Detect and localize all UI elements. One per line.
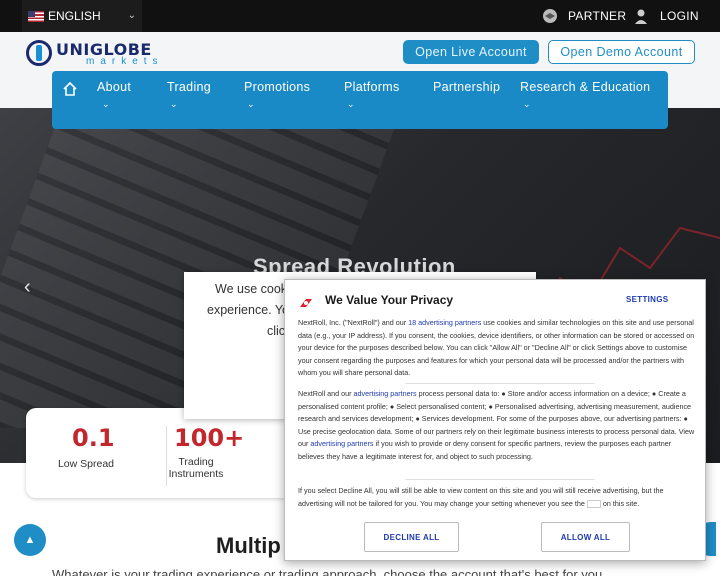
nav-item-label: About <box>97 80 132 94</box>
nav-item-label: Trading <box>167 80 212 94</box>
scroll-top-button[interactable]: ▲ <box>14 524 46 556</box>
slider-prev-arrow[interactable]: ‹ <box>24 276 31 299</box>
chevron-down-icon: ⌄ <box>170 99 178 109</box>
stat-value: 0.1 <box>72 424 115 452</box>
stat-label: Low Spread <box>57 458 115 470</box>
partner-label: PARTNER <box>568 9 627 23</box>
privacy-paragraph-1: NextRoll, Inc. ("NextRoll") and our 18 a… <box>298 317 696 380</box>
cookie-text: experience. Yo <box>207 303 290 317</box>
stat-value: 100+ <box>174 424 245 452</box>
stat-label: Trading Instruments <box>168 456 224 480</box>
chevron-down-icon: ⌄ <box>127 10 136 21</box>
separator <box>405 383 595 384</box>
nav-item-label: Research & Education <box>520 80 651 94</box>
arrow-up-icon: ▲ <box>24 534 36 546</box>
cookie-text: We use cook <box>215 282 288 296</box>
privacy-consent-dialog: We Value Your Privacy SETTINGS NextRoll,… <box>284 279 706 561</box>
language-selector[interactable]: ENGLISH ⌄ <box>22 0 142 32</box>
decline-all-button[interactable]: DECLINE ALL <box>364 522 459 552</box>
home-icon[interactable] <box>62 81 78 97</box>
privacy-dialog-title: We Value Your Privacy <box>325 293 454 307</box>
top-bar: ENGLISH ⌄ PARTNER LOGIN <box>0 0 720 32</box>
language-label: ENGLISH <box>48 9 101 23</box>
privacy-paragraph-2: NextRoll and our advertising partners pr… <box>298 388 696 464</box>
accounts-section-subtitle: Whatever is your trading experience or t… <box>52 567 603 576</box>
logo-mark-icon <box>26 40 52 66</box>
nav-item-research-education[interactable]: Research & Education ⌄ <box>520 80 651 109</box>
chevron-down-icon: ⌄ <box>102 99 110 109</box>
privacy-text: NextRoll and our <box>298 389 354 398</box>
nav-item-promotions[interactable]: Promotions ⌄ <box>244 80 311 109</box>
nextroll-logo-icon <box>300 299 312 307</box>
chevron-down-icon: ⌄ <box>347 99 355 109</box>
privacy-text: NextRoll, Inc. ("NextRoll") and our <box>298 318 409 327</box>
handshake-icon <box>543 9 557 23</box>
uniglobe-logo[interactable]: UNIGLOBE markets <box>26 40 166 68</box>
settings-link[interactable]: SETTINGS <box>626 295 668 304</box>
us-flag-icon <box>28 10 44 22</box>
partner-link[interactable]: PARTNER <box>542 0 626 32</box>
nav-item-about[interactable]: About ⌄ <box>97 80 132 109</box>
allow-all-button[interactable]: ALLOW ALL <box>541 522 630 552</box>
chevron-down-icon: ⌄ <box>523 99 531 109</box>
advertising-partners-link[interactable]: advertising partners <box>354 389 417 398</box>
stats-card: 0.1 Low Spread 100+ Trading Instruments <box>26 408 326 498</box>
user-icon <box>635 9 647 24</box>
login-label: LOGIN <box>660 9 699 23</box>
open-demo-account-button[interactable]: Open Demo Account <box>548 40 695 64</box>
nav-item-partnership[interactable]: Partnership <box>433 80 500 94</box>
nav-item-platforms[interactable]: Platforms ⌄ <box>344 80 400 109</box>
nav-item-label: Partnership <box>433 80 501 94</box>
nav-item-label: Promotions <box>244 80 311 94</box>
cookie-text: clic <box>267 324 286 338</box>
nextroll-small-icon <box>586 499 601 508</box>
login-link[interactable]: LOGIN <box>634 0 699 32</box>
privacy-paragraph-3: If you select Decline All, you will stil… <box>298 485 696 510</box>
chevron-down-icon: ⌄ <box>247 99 255 109</box>
nav-item-trading[interactable]: Trading ⌄ <box>167 80 212 109</box>
logo-subtext: markets <box>86 56 164 67</box>
privacy-text: on this site. <box>600 498 640 508</box>
accounts-section-title: Multip <box>216 533 281 558</box>
open-live-account-button[interactable]: Open Live Account <box>403 40 539 64</box>
main-nav: About ⌄ Trading ⌄ Promotions ⌄ Platforms ⌄ P… <box>52 71 668 129</box>
advertising-partners-link[interactable]: 18 advertising partners <box>408 318 481 327</box>
nav-item-label: Platforms <box>344 80 400 94</box>
separator <box>405 479 595 480</box>
advertising-partners-link[interactable]: advertising partners <box>310 439 373 448</box>
